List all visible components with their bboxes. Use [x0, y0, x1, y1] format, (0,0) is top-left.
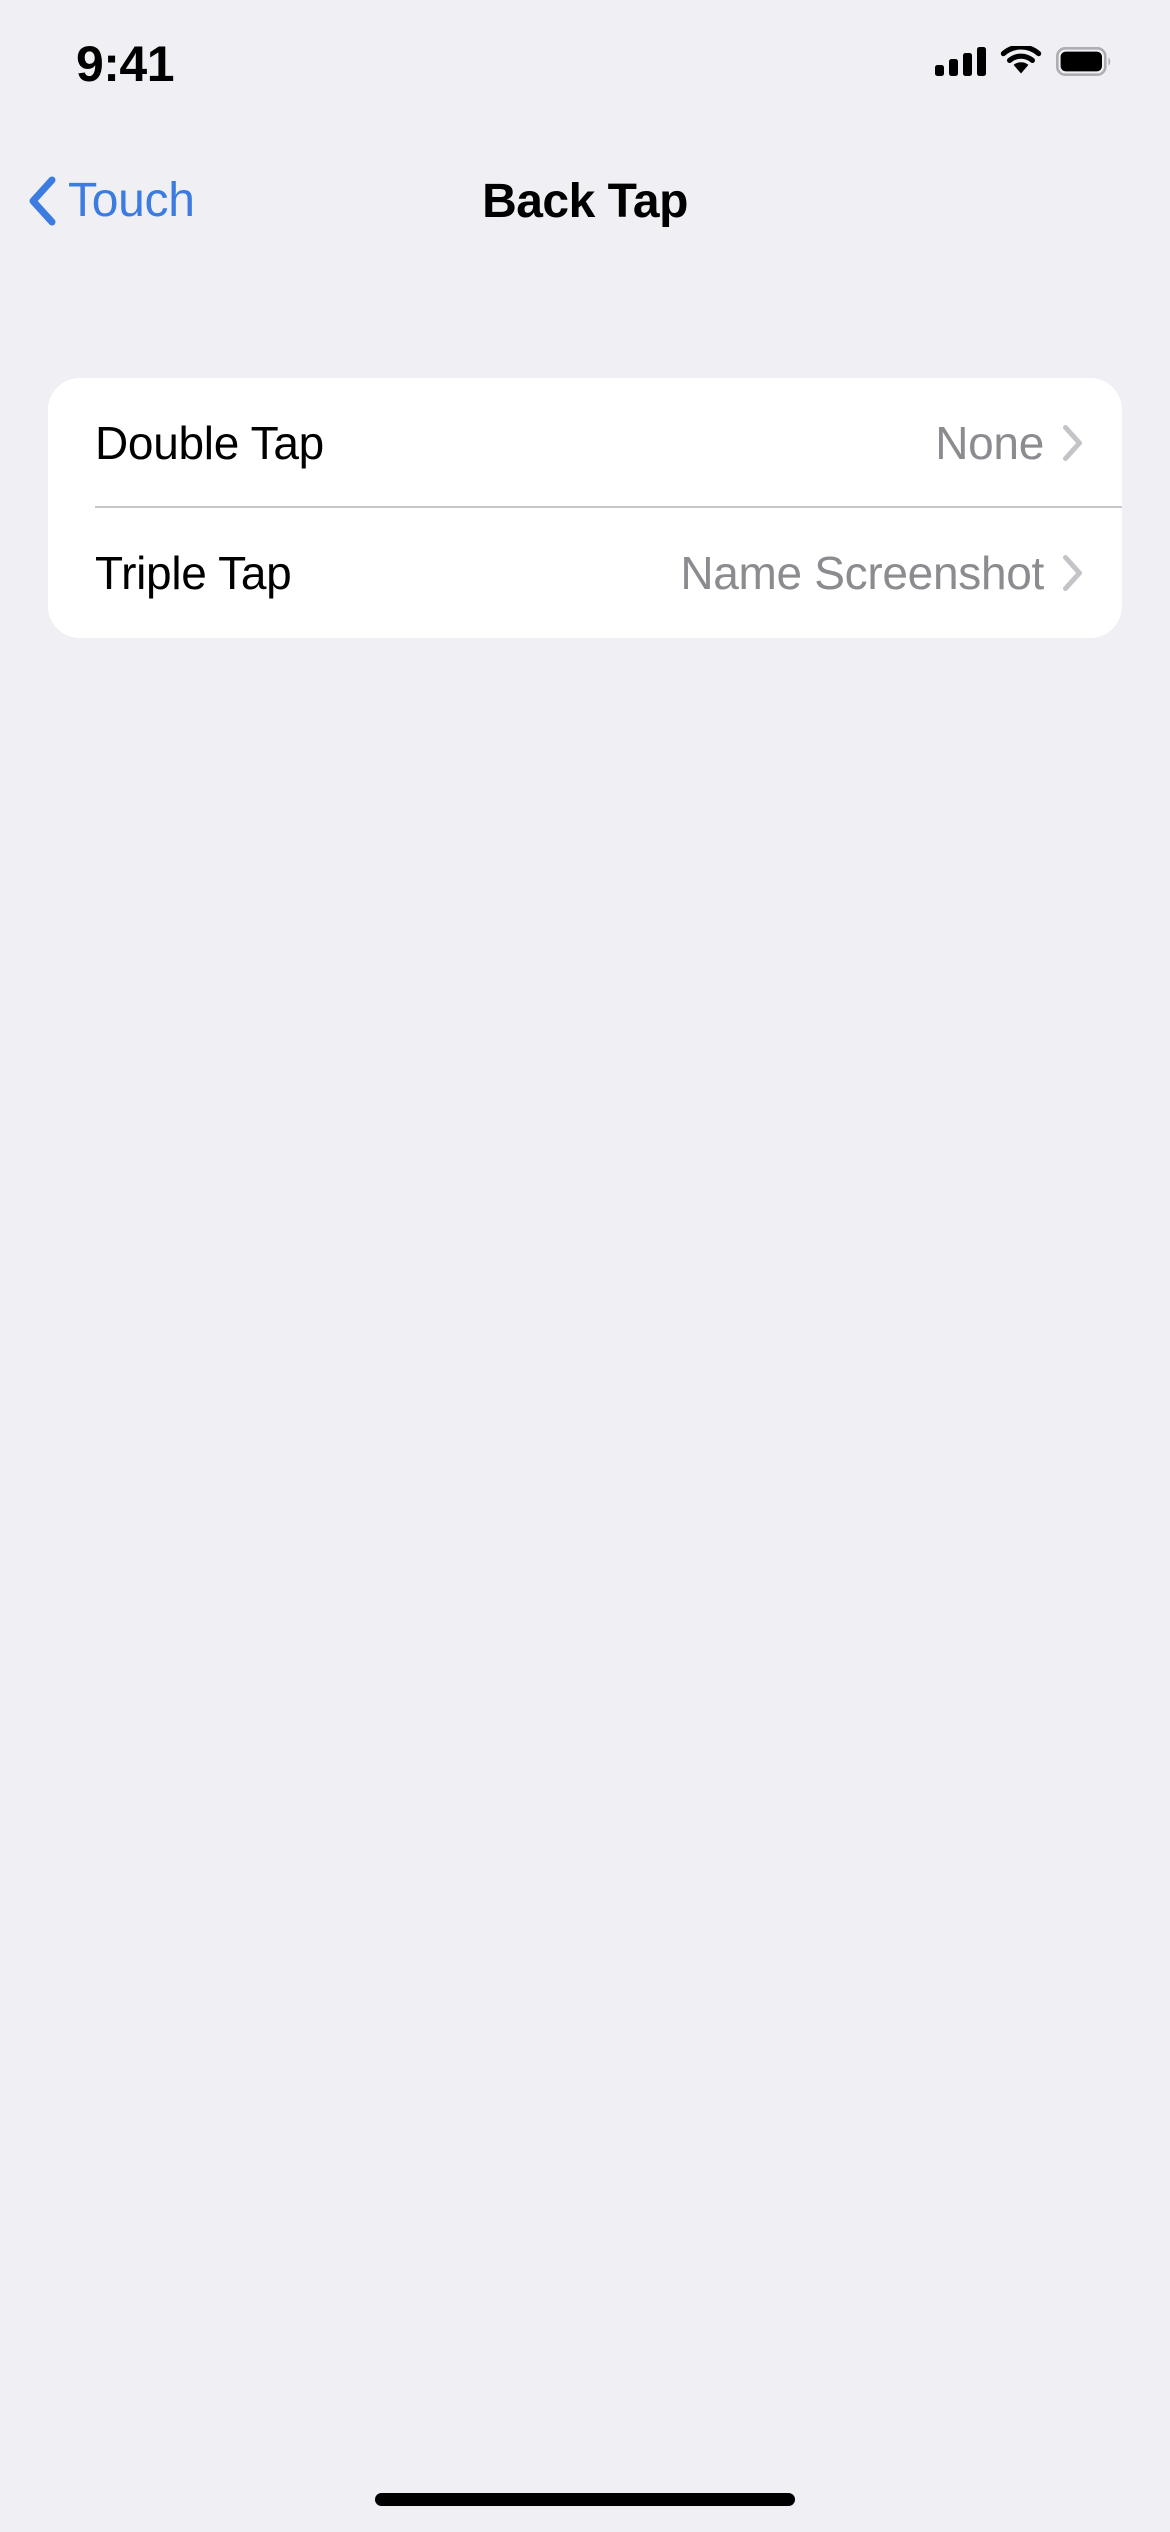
chevron-right-icon [1062, 554, 1084, 592]
back-button-label: Touch [68, 174, 195, 227]
settings-row-label: Triple Tap [95, 547, 292, 599]
settings-row-value: Name Screenshot [680, 547, 1044, 599]
settings-row-accessory: None [935, 417, 1084, 469]
settings-row-label: Double Tap [95, 417, 324, 469]
settings-row-triple-tap[interactable]: Triple Tap Name Screenshot [48, 508, 1122, 638]
navigation-bar: Back Tap Touch [0, 155, 1170, 247]
wifi-icon [1000, 46, 1042, 76]
settings-row-value: None [935, 417, 1044, 469]
chevron-right-icon [1062, 424, 1084, 462]
status-bar-indicators [935, 38, 1112, 84]
settings-row-accessory: Name Screenshot [680, 547, 1084, 599]
chevron-left-icon [26, 175, 60, 227]
cellular-signal-icon [935, 46, 986, 76]
home-indicator[interactable] [375, 2493, 795, 2506]
status-bar-time: 9:41 [75, 36, 175, 92]
settings-row-double-tap[interactable]: Double Tap None [48, 378, 1122, 508]
settings-list-group: Double Tap None Triple Tap Name Screensh… [48, 378, 1122, 638]
phone-screen: 9:41 Back Tap Touch Double Tap None Trip… [0, 0, 1170, 2532]
back-button[interactable]: Touch [26, 155, 195, 247]
battery-full-icon [1056, 46, 1112, 76]
status-bar: 9:41 [0, 0, 1170, 110]
